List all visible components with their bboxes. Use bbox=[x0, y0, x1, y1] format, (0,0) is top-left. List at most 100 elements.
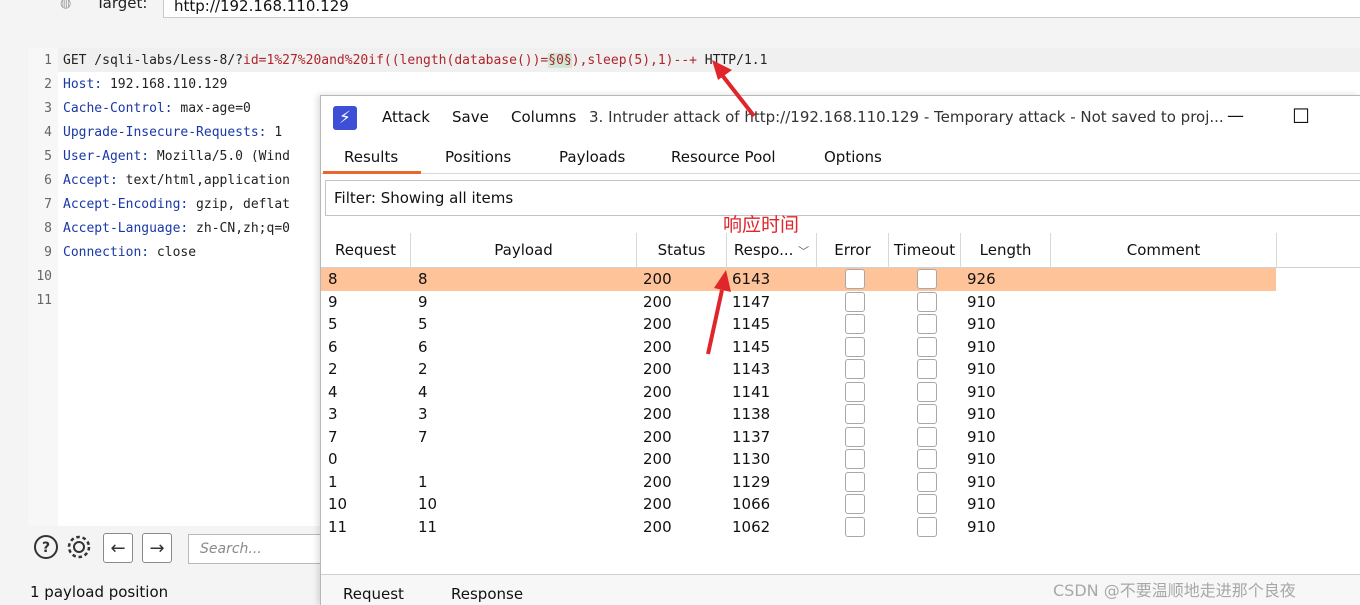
results-tabs: Results Positions Payloads Resource Pool… bbox=[321, 142, 1360, 174]
tab-resource-pool[interactable]: Resource Pool bbox=[671, 148, 776, 166]
header-name: Host: bbox=[63, 77, 103, 92]
timeout-checkbox[interactable] bbox=[917, 291, 937, 312]
timeout-checkbox[interactable] bbox=[917, 426, 937, 447]
timeout-checkbox[interactable] bbox=[917, 381, 937, 402]
error-checkbox[interactable] bbox=[845, 314, 865, 334]
help-icon[interactable]: ? bbox=[32, 533, 60, 561]
column-timeout[interactable]: Timeout bbox=[889, 233, 961, 268]
column-payload[interactable]: Payload bbox=[411, 233, 637, 268]
header-line: User-Agent: Mozilla/5.0 (Wind bbox=[63, 145, 290, 169]
timeout-checkbox[interactable] bbox=[917, 359, 937, 379]
error-checkbox[interactable] bbox=[845, 291, 865, 312]
error-checkbox[interactable] bbox=[845, 494, 865, 514]
header-line: Accept-Language: zh-CN,zh;q=0 bbox=[63, 217, 290, 241]
header-value: 1 bbox=[266, 125, 283, 140]
table-row[interactable]: 11 11 200 1062 910 bbox=[321, 516, 1276, 539]
cell-length: 910 bbox=[967, 405, 996, 423]
tab-options[interactable]: Options bbox=[824, 148, 882, 166]
cell-request: 2 bbox=[328, 360, 338, 378]
column-comment[interactable]: Comment bbox=[1051, 233, 1277, 268]
line-number: 11 bbox=[36, 293, 52, 308]
line-number: 2 bbox=[44, 77, 52, 92]
cell-length: 910 bbox=[967, 427, 996, 446]
timeout-checkbox[interactable] bbox=[917, 516, 937, 537]
table-row[interactable]: 10 10 200 1066 910 bbox=[321, 493, 1276, 516]
cell-response: 1062 bbox=[732, 517, 771, 536]
table-row[interactable]: 8 8 200 6143 926 bbox=[321, 268, 1276, 291]
header-line: Accept: text/html,application bbox=[63, 169, 290, 193]
cell-response: 1143 bbox=[732, 360, 771, 378]
cell-request: 5 bbox=[328, 315, 338, 333]
settings-gear-icon[interactable] bbox=[64, 533, 94, 561]
cell-status: 200 bbox=[643, 450, 672, 468]
menu-save[interactable]: Save bbox=[452, 108, 489, 126]
tab-payloads[interactable]: Payloads bbox=[559, 148, 625, 166]
header-value: zh-CN,zh;q=0 bbox=[188, 221, 290, 236]
error-checkbox[interactable] bbox=[845, 359, 865, 379]
error-checkbox[interactable] bbox=[845, 426, 865, 447]
timeout-checkbox[interactable] bbox=[917, 314, 937, 334]
error-checkbox[interactable] bbox=[845, 336, 865, 357]
table-row[interactable]: 9 9 200 1147 910 bbox=[321, 291, 1276, 314]
tab-positions[interactable]: Positions bbox=[445, 148, 511, 166]
header-name: Connection: bbox=[63, 245, 150, 260]
timeout-checkbox[interactable] bbox=[917, 269, 937, 289]
next-button[interactable]: → bbox=[142, 533, 172, 563]
maximize-button[interactable]: ☐ bbox=[1292, 104, 1310, 128]
table-row[interactable]: 5 5 200 1145 910 bbox=[321, 313, 1276, 336]
error-checkbox[interactable] bbox=[845, 449, 865, 469]
cell-payload: 4 bbox=[418, 382, 428, 401]
header-value: Mozilla/5.0 (Wind bbox=[149, 149, 290, 164]
line-number: 8 bbox=[44, 221, 52, 236]
timeout-checkbox[interactable] bbox=[917, 449, 937, 469]
table-row[interactable]: 7 7 200 1137 910 bbox=[321, 426, 1276, 449]
error-checkbox[interactable] bbox=[845, 516, 865, 537]
column-request[interactable]: Request bbox=[321, 233, 411, 268]
cell-status: 200 bbox=[643, 472, 672, 491]
intruder-attack-window: ⚡ Attack Save Columns 3. Intruder attack… bbox=[320, 95, 1360, 605]
cell-length: 910 bbox=[967, 337, 996, 356]
header-value: 192.168.110.129 bbox=[102, 77, 228, 92]
tab-request[interactable]: Request bbox=[343, 585, 404, 603]
burp-logo-icon: ⚡ bbox=[333, 106, 357, 130]
column-error[interactable]: Error bbox=[817, 233, 889, 268]
active-tab-indicator bbox=[323, 171, 421, 174]
target-input[interactable]: http://192.168.110.129 bbox=[163, 0, 1360, 18]
table-row[interactable]: 0 200 1130 910 bbox=[321, 448, 1276, 471]
column-length[interactable]: Length bbox=[961, 233, 1051, 268]
tab-response[interactable]: Response bbox=[451, 585, 523, 603]
line-number: 5 bbox=[44, 149, 52, 164]
cell-payload: 11 bbox=[418, 517, 438, 536]
table-row[interactable]: 6 6 200 1145 910 bbox=[321, 336, 1276, 359]
search-input[interactable]: Search... bbox=[188, 534, 323, 564]
cell-request: 10 bbox=[328, 495, 348, 513]
previous-button[interactable]: ← bbox=[103, 533, 133, 563]
cell-request: 11 bbox=[328, 517, 348, 536]
timeout-checkbox[interactable] bbox=[917, 404, 937, 424]
header-line: Cache-Control: max-age=0 bbox=[63, 97, 251, 121]
timeout-checkbox[interactable] bbox=[917, 336, 937, 357]
minimize-button[interactable]: — bbox=[1227, 106, 1244, 126]
line-number: 3 bbox=[44, 101, 52, 116]
table-row[interactable]: 2 2 200 1143 910 bbox=[321, 358, 1276, 381]
tab-results[interactable]: Results bbox=[344, 148, 398, 166]
menu-columns[interactable]: Columns bbox=[511, 108, 576, 126]
column-response-received[interactable]: Respo... ﹀ bbox=[727, 233, 817, 268]
timeout-checkbox[interactable] bbox=[917, 471, 937, 492]
error-checkbox[interactable] bbox=[845, 269, 865, 289]
table-row[interactable]: 3 3 200 1138 910 bbox=[321, 403, 1276, 426]
cell-request: 1 bbox=[328, 472, 338, 491]
error-checkbox[interactable] bbox=[845, 404, 865, 424]
cell-status: 200 bbox=[643, 495, 672, 513]
menu-attack[interactable]: Attack bbox=[382, 108, 430, 126]
column-status[interactable]: Status bbox=[637, 233, 727, 268]
cell-length: 910 bbox=[967, 292, 996, 311]
table-row[interactable]: 4 4 200 1141 910 bbox=[321, 381, 1276, 404]
table-row[interactable]: 1 1 200 1129 910 bbox=[321, 471, 1276, 494]
error-checkbox[interactable] bbox=[845, 471, 865, 492]
timeout-checkbox[interactable] bbox=[917, 494, 937, 514]
cell-status: 200 bbox=[643, 337, 672, 356]
error-checkbox[interactable] bbox=[845, 381, 865, 402]
payload-marker: §0§ bbox=[548, 53, 572, 68]
filter-bar[interactable]: Filter: Showing all items bbox=[325, 180, 1360, 216]
